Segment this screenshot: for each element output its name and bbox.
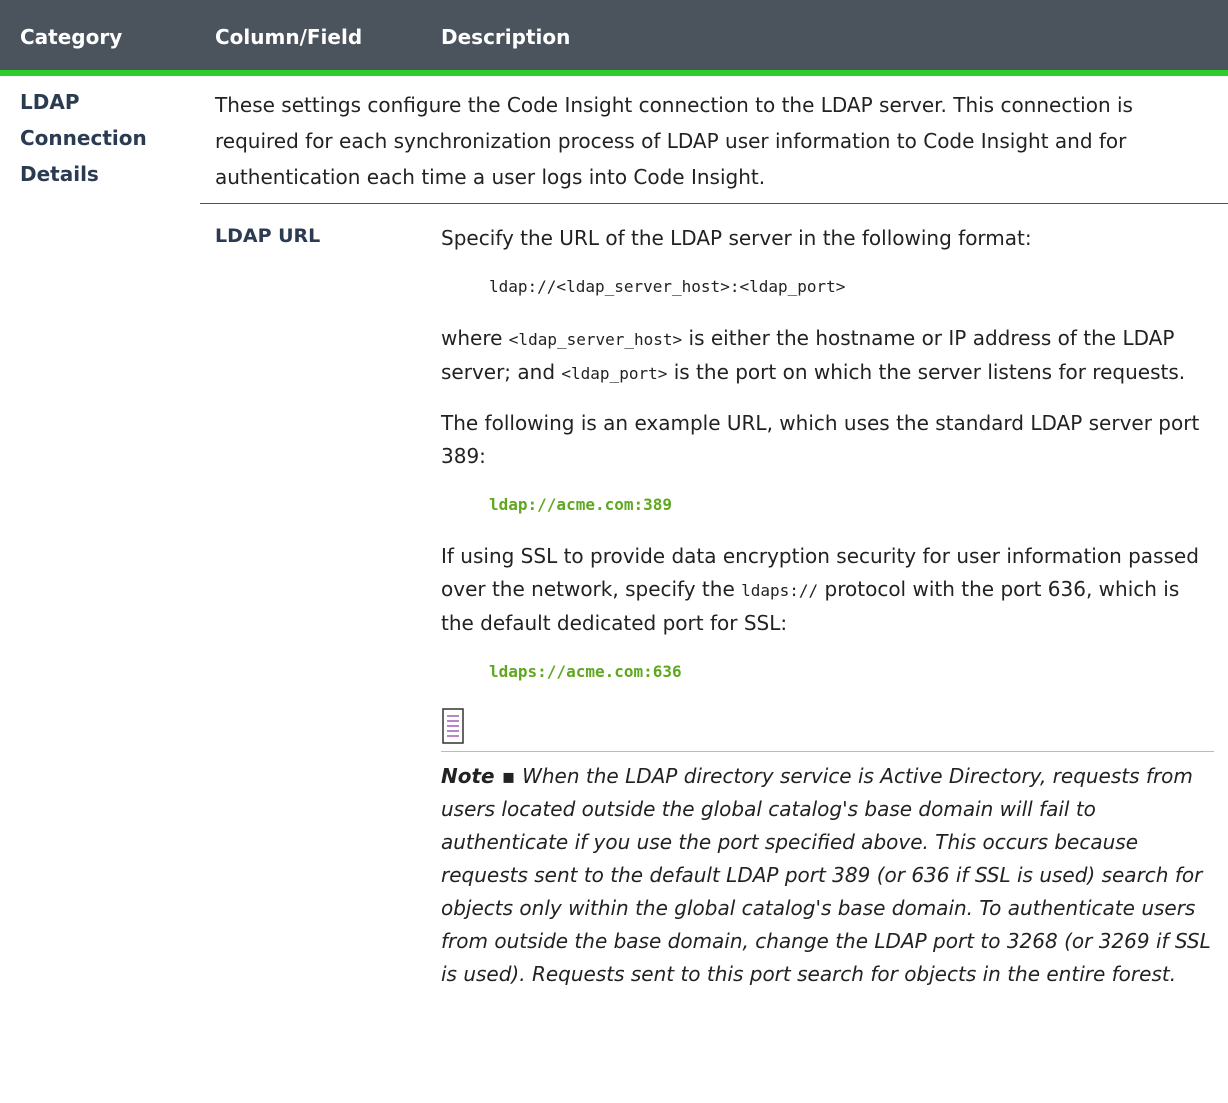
example-intro: The following is an example URL, which u…	[441, 411, 1200, 468]
ldaps-protocol: ldaps://	[741, 581, 819, 600]
field-description: Specify the URL of the LDAP server in th…	[441, 222, 1214, 991]
format-explanation: where <ldap_server_host> is either the h…	[441, 326, 1186, 384]
header-description: Description	[441, 25, 571, 49]
row-divider	[200, 203, 1228, 204]
port-placeholder: <ldap_port>	[561, 364, 668, 383]
note-divider	[441, 751, 1214, 752]
table-header: Category Column/Field Description	[0, 0, 1228, 76]
category-label: LDAP Connection Details	[20, 90, 147, 186]
ssl-explanation: If using SSL to provide data encryption …	[441, 544, 1199, 635]
category-description: These settings configure the Code Insigh…	[215, 93, 1133, 189]
header-category: Category	[20, 25, 123, 49]
format-intro: Specify the URL of the LDAP server in th…	[441, 226, 1032, 250]
example-url-ldaps: ldaps://acme.com:636	[489, 662, 682, 681]
note-text: Note ▪ When the LDAP directory service i…	[441, 760, 1211, 991]
note-body: When the LDAP directory service is Activ…	[441, 764, 1211, 986]
field-label: LDAP URL	[215, 225, 321, 247]
note-icon	[441, 707, 465, 745]
header-column-field: Column/Field	[215, 25, 363, 49]
example-url-ldap: ldap://acme.com:389	[489, 495, 673, 514]
host-placeholder: <ldap_server_host>	[508, 330, 683, 349]
note-lead: Note ▪	[441, 764, 523, 788]
format-code: ldap://<ldap_server_host>:<ldap_port>	[489, 277, 846, 296]
